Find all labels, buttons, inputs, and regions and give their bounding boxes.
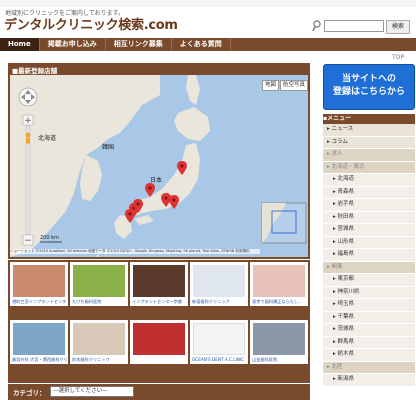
svg-text:+: + — [24, 116, 32, 126]
sidebar-item-tochigi[interactable]: ▸ 栃木県 — [323, 349, 415, 362]
register-banner[interactable]: 当サイトへの 登録はこちらから — [323, 64, 415, 110]
map-type-map-button[interactable]: 地図 — [262, 80, 280, 91]
search-icon — [312, 20, 321, 32]
site-title[interactable]: デンタルクリニック検索.com — [4, 14, 178, 33]
clinic-photo — [133, 323, 185, 355]
clinic-photo — [13, 323, 65, 355]
clinic-map[interactable]: + − 韓国 日本 北海道 200 km — [10, 75, 308, 257]
nav-home[interactable]: Home — [0, 38, 40, 51]
clinic-name-link[interactable]: 鈴木歯科クリニック — [72, 357, 127, 362]
clinic-photo — [253, 265, 305, 297]
map-attribution: ショートカット ©2015 AutoNavi, SK telecom 地図データ… — [10, 249, 260, 254]
search-button[interactable]: 検索 — [386, 20, 410, 34]
category-bar: カテゴリ： —選択してください— — [8, 384, 310, 400]
clinic-thumbnail[interactable]: 山並歯科医院 — [250, 320, 308, 364]
banner-line-1: 当サイトへの — [341, 74, 396, 84]
clinic-name-link[interactable]: 美容外科 大宮・博西歯科クリニック — [12, 357, 67, 362]
sidebar-item-miyagi[interactable]: ▸ 宮城県 — [323, 224, 415, 237]
nav-apply[interactable]: 掲載お申し込み — [40, 38, 106, 51]
clinic-name-link[interactable]: 東京で歯科矯正ならたし... — [252, 299, 307, 304]
overview-inset[interactable] — [261, 202, 307, 244]
map-type-satellite-button[interactable]: 航空写真 — [280, 80, 309, 91]
sidebar-item-ibaraki[interactable]: ▸ 茨城県 — [323, 324, 415, 337]
clinic-photo — [13, 265, 65, 297]
clinic-thumbnail[interactable]: OCEAN'S DENT A.C.LINIC — [190, 320, 248, 364]
clinic-name-link[interactable]: OCEAN'S DENT A.C.LINIC — [192, 357, 247, 362]
clinic-thumbnail[interactable]: たけち歯科医院 — [70, 262, 128, 306]
main-nav: Home 掲載お申し込み 相互リンク募集 よくある質問 — [0, 38, 416, 51]
clinic-name-link[interactable]: インプラントセンター京都 — [132, 299, 187, 304]
nav-faq[interactable]: よくある質問 — [172, 38, 231, 51]
sidebar-item-chiba[interactable]: ▸ 千葉県 — [323, 311, 415, 324]
sidebar-item-saitama[interactable]: ▸ 埼玉県 — [323, 299, 415, 312]
sidebar-item-yamagata[interactable]: ▸ 山形県 — [323, 236, 415, 249]
map-label-korea: 韓国 — [102, 144, 115, 151]
menu-title: ▪メニュー — [323, 114, 415, 124]
clinic-name-link[interactable]: 山並歯科医院 — [252, 357, 307, 362]
clinic-thumbnail-grid: 港町三宮インプラントセンター たけち歯科医院 インプラントセンター京都 新宿歯科… — [8, 260, 310, 383]
clinic-thumbnail[interactable]: 美容外科 大宮・博西歯科クリニック — [10, 320, 68, 364]
sidebar-group-hokuriku[interactable]: ▸ 北陸 — [323, 361, 415, 374]
clinic-photo — [133, 265, 185, 297]
sidebar-item-niigata[interactable]: ▸ 新潟県 — [323, 374, 415, 387]
clinic-photo — [73, 323, 125, 355]
sidebar-item-akita[interactable]: ▸ 秋田県 — [323, 211, 415, 224]
clinic-thumbnail[interactable] — [130, 320, 188, 364]
clinic-thumbnail[interactable]: インプラントセンター京都 — [130, 262, 188, 306]
clinic-photo — [73, 265, 125, 297]
nav-mutual-links[interactable]: 相互リンク募集 — [106, 38, 172, 51]
clinic-photo — [253, 323, 305, 355]
map-label-japan: 日本 — [150, 177, 163, 184]
clinic-photo — [193, 265, 245, 297]
map-label-hokkaido: 北海道 — [38, 135, 57, 142]
sidebar-item-iwate[interactable]: ▸ 岩手県 — [323, 199, 415, 212]
map-canvas: + − — [10, 75, 308, 257]
clinic-thumbnail[interactable]: 鈴木歯科クリニック — [70, 320, 128, 364]
sidebar-item-hokkaido[interactable]: ▸ 北海道 — [323, 174, 415, 187]
sidebar-item-gunma[interactable]: ▸ 群馬県 — [323, 336, 415, 349]
sidebar-item-aomori[interactable]: ▸ 青森県 — [323, 186, 415, 199]
browser-strip — [0, 0, 416, 7]
sidebar-menu: ▸ ニュース ▸ コラム ▸ 求人 ▸ 北海道・東北 ▸ 北海道 ▸ 青森県 ▸… — [323, 124, 415, 387]
menu-title-label: ▪メニュー — [323, 115, 352, 122]
sidebar-item-tokyo[interactable]: ▸ 東京都 — [323, 274, 415, 287]
top-link[interactable]: TOP — [392, 54, 404, 61]
search-input[interactable] — [324, 20, 384, 32]
sidebar-item-news[interactable]: ▸ ニュース — [323, 124, 415, 137]
panel-title: ■最新登録店舗 — [12, 67, 58, 75]
sidebar-item-jobs[interactable]: ▸ 求人 — [323, 149, 415, 162]
clinic-name-link[interactable]: 新宿歯科クリニック — [192, 299, 247, 304]
sidebar-group-kanto[interactable]: ▸ 関東 — [323, 261, 415, 274]
sidebar-group-hokkaido-tohoku[interactable]: ▸ 北海道・東北 — [323, 161, 415, 174]
sidebar-item-fukushima[interactable]: ▸ 福島県 — [323, 249, 415, 262]
category-select[interactable]: —選択してください— — [50, 386, 134, 397]
map-scale: 200 km — [40, 235, 59, 241]
clinic-thumbnail[interactable]: 東京で歯科矯正ならたし... — [250, 262, 308, 306]
sidebar-item-column[interactable]: ▸ コラム — [323, 136, 415, 149]
site-search: 検索 — [312, 20, 410, 34]
clinic-thumbnail[interactable]: 港町三宮インプラントセンター — [10, 262, 68, 306]
banner-line-2: 登録はこちらから — [332, 87, 405, 97]
clinic-name-link[interactable]: たけち歯科医院 — [72, 299, 127, 304]
clinic-thumbnail[interactable]: 新宿歯科クリニック — [190, 262, 248, 306]
category-label: カテゴリ： — [13, 389, 46, 397]
sidebar-item-kanagawa[interactable]: ▸ 神奈川県 — [323, 286, 415, 299]
svg-text:−: − — [24, 236, 32, 246]
clinic-name-link[interactable]: 港町三宮インプラントセンター — [12, 299, 67, 304]
clinic-photo — [193, 323, 245, 355]
